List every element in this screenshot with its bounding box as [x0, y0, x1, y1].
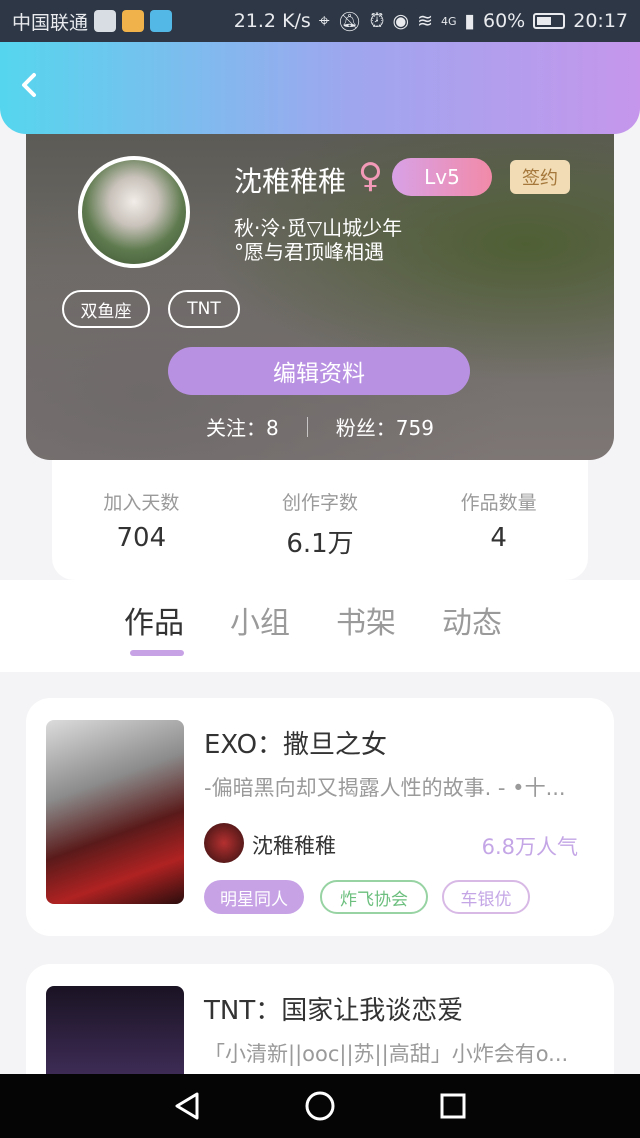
wifi-icon: ≋ — [417, 10, 433, 32]
follow-stats: 关注：8 粉丝：759 — [26, 412, 614, 441]
following-count[interactable]: 关注：8 — [206, 412, 279, 441]
network-speed: 21.2 K/s — [233, 10, 311, 32]
book-cover[interactable] — [46, 720, 184, 904]
battery-percent: 60% — [483, 10, 526, 32]
avatar[interactable] — [78, 156, 190, 268]
weibo-icon — [122, 10, 145, 32]
status-bar: 中国联通 21.2 K/s ⌖ 🔕︎ ⏰︎ ◉ ≋ 4G ▮ 60% 20:17 — [0, 0, 640, 42]
work-tag[interactable]: 炸飞协会 — [320, 880, 428, 914]
signed-badge: 签约 — [510, 160, 570, 194]
chevron-left-icon — [22, 73, 36, 97]
wechat-icon — [94, 10, 117, 32]
bio-line: 秋·泠·觅▽山城少年 — [234, 216, 403, 240]
female-icon: ♀ — [358, 156, 383, 196]
nickname: 沈稚稚稚 — [234, 165, 347, 198]
triangle-back-icon — [175, 1092, 199, 1120]
carrier-name: 中国联通 — [12, 11, 89, 34]
work-card[interactable]: EXO：撒旦之女 -偏暗黑向却又揭露人性的故事. - •十... 沈稚稚稚 6.… — [26, 698, 614, 936]
work-tag[interactable]: 车银优 — [442, 880, 530, 914]
battery-icon — [533, 13, 566, 29]
header-bar — [0, 42, 640, 134]
eye-icon: ◉ — [392, 10, 410, 32]
stats-panel: 加入天数 704 创作字数 6.1万 作品数量 4 — [52, 460, 588, 580]
level-badge[interactable]: Lv5 — [392, 158, 492, 196]
tab-activity[interactable]: 动态 — [442, 598, 502, 642]
alarm-icon: ⏰︎ — [369, 10, 385, 32]
circle-home-icon — [305, 1091, 335, 1121]
tab-bookshelf[interactable]: 书架 — [336, 598, 396, 642]
bio-line: °愿与君顶峰相遇 — [234, 240, 384, 264]
stat-label: 作品数量 — [460, 492, 537, 514]
stat-label: 加入天数 — [103, 492, 180, 514]
stat-value: 6.1万 — [286, 529, 354, 559]
stat-works-count: 作品数量 4 — [409, 460, 588, 580]
back-button[interactable] — [18, 72, 52, 106]
mute-icon: 🔕︎ — [337, 10, 362, 33]
author-name[interactable]: 沈稚稚稚 — [252, 830, 336, 860]
work-description: 「小清新||ooc||苏||高甜」小炸会有o... — [204, 1042, 569, 1066]
signal-label: 4G — [441, 14, 457, 28]
square-recent-icon — [440, 1093, 466, 1119]
location-icon: ⌖ — [318, 10, 330, 32]
play-icon — [150, 10, 173, 32]
tab-works[interactable]: 作品 — [124, 598, 184, 642]
divider — [306, 416, 308, 437]
clock: 20:17 — [573, 10, 628, 32]
profile-tag[interactable]: 双鱼座 — [62, 290, 150, 328]
signal-icon: ▮ — [464, 10, 475, 32]
work-tag[interactable]: 明星同人 — [204, 880, 304, 914]
stat-label: 创作字数 — [282, 492, 359, 514]
profile-tag[interactable]: TNT — [168, 290, 240, 328]
fans-count[interactable]: 粉丝：759 — [336, 412, 434, 441]
stat-join-days: 加入天数 704 — [52, 460, 231, 580]
edit-profile-button[interactable]: 编辑资料 — [168, 347, 470, 395]
work-title[interactable]: TNT：国家让我谈恋爱 — [204, 990, 463, 1027]
system-nav-bar — [0, 1074, 640, 1138]
bio: 秋·泠·觅▽山城少年 °愿与君顶峰相遇 — [234, 216, 402, 264]
author-avatar[interactable] — [204, 823, 244, 863]
profile-card: 沈稚稚稚 ♀ Lv5 签约 秋·泠·觅▽山城少年 °愿与君顶峰相遇 双鱼座 TN… — [26, 128, 614, 460]
popularity-count: 6.8万人气 — [481, 835, 578, 859]
active-tab-indicator — [130, 650, 184, 656]
nav-recent-button[interactable] — [433, 1086, 473, 1126]
nav-home-button[interactable] — [300, 1086, 340, 1126]
tab-groups[interactable]: 小组 — [230, 598, 290, 642]
stat-word-count: 创作字数 6.1万 — [231, 460, 410, 580]
work-title[interactable]: EXO：撒旦之女 — [204, 724, 387, 761]
work-description: -偏暗黑向却又揭露人性的故事. - •十... — [204, 776, 566, 800]
stat-value: 4 — [490, 523, 507, 553]
nav-back-button[interactable] — [167, 1086, 207, 1126]
tab-bar: 作品 小组 书架 动态 — [0, 580, 640, 672]
stat-value: 704 — [116, 523, 167, 553]
